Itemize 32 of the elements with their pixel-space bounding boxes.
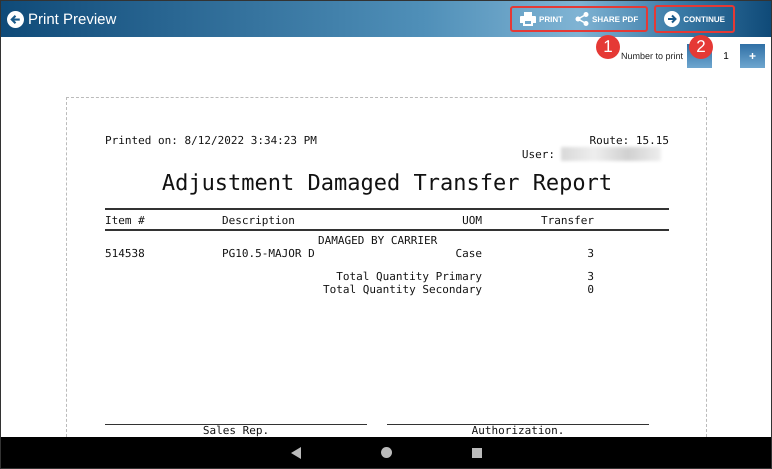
window-title: Print Preview <box>28 10 118 28</box>
printer-icon <box>520 12 536 26</box>
user-label: User: <box>522 148 555 160</box>
toolbar-button[interactable]: SHARE PDF <box>568 10 644 28</box>
table-cell-text: 514538 <box>105 247 146 260</box>
copies-label: Number to print <box>620 51 683 61</box>
toolbar-button[interactable]: PRINT <box>514 10 569 28</box>
group-heading: DAMAGED BY CARRIER <box>317 234 438 247</box>
back-nav-icon[interactable] <box>290 446 300 458</box>
total-value: 0 <box>586 283 594 296</box>
recents-icon[interactable] <box>472 448 482 458</box>
total-label: Total Quantity Primary <box>335 270 482 283</box>
total-label: Total Quantity Secondary <box>322 283 482 296</box>
arrow-right-icon <box>664 11 680 27</box>
back-button[interactable] <box>7 10 24 28</box>
report-title: Adjustment Damaged Transfer Report <box>160 171 614 196</box>
share-icon <box>574 12 589 26</box>
back-icon <box>7 10 24 28</box>
home-icon[interactable] <box>380 447 392 458</box>
table-cell-text: Case <box>454 247 482 260</box>
callout-badge: 1 <box>596 35 620 59</box>
increment-button[interactable]: + <box>740 44 765 68</box>
total-value: 3 <box>586 270 594 283</box>
printed-on-text: Printed on: 8/12/2022 3:34:23 PM <box>105 134 317 147</box>
table-cell-text: 3 <box>586 247 594 260</box>
column-header: UOM <box>461 214 482 227</box>
column-header: Transfer <box>540 214 594 227</box>
column-header: Item # <box>105 214 146 227</box>
column-header: Description <box>222 214 296 227</box>
route-text: Route: 15.15 <box>590 134 669 147</box>
table-cell-text: PG10.5-MAJOR D <box>222 247 316 260</box>
toolbar-button[interactable]: CONTINUE <box>658 9 731 29</box>
